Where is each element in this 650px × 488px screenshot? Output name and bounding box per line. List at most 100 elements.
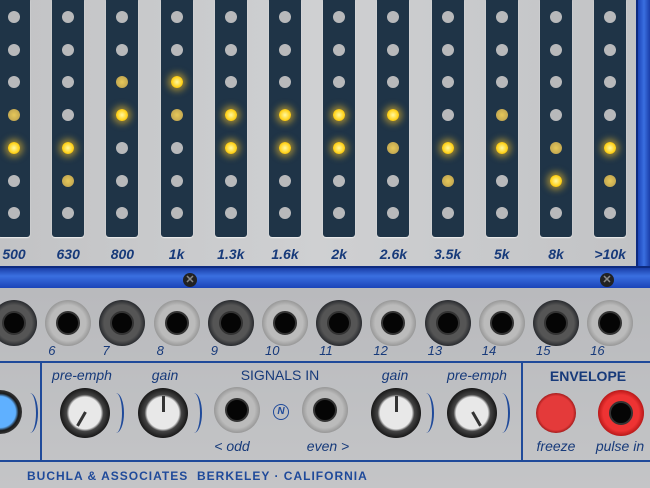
band-meter: [160, 0, 193, 237]
band-output-jack[interactable]: [262, 300, 308, 346]
band-output-jack[interactable]: [207, 300, 254, 346]
led-indicator: [333, 141, 346, 154]
band-output-jack[interactable]: [316, 300, 363, 346]
gain-right-label: gain: [381, 367, 409, 383]
led-indicator: [170, 174, 183, 187]
led-indicator: [495, 109, 508, 122]
led-indicator: [8, 174, 20, 187]
band-frequency-label: 800: [110, 246, 135, 262]
screw-icon: ✕: [600, 273, 614, 287]
band-frequency-label: 8k: [548, 246, 564, 262]
led-indicator: [387, 11, 400, 23]
jack-number-label: 15: [536, 343, 551, 358]
gain-right-knob[interactable]: [371, 388, 421, 438]
led-indicator: [279, 141, 291, 154]
band-output-jack[interactable]: [99, 300, 146, 346]
blue-knob[interactable]: [0, 390, 22, 434]
band-output-jack[interactable]: [370, 300, 417, 346]
led-indicator: [62, 141, 75, 154]
led-indicator: [170, 207, 183, 220]
led-indicator: [8, 11, 20, 23]
led-indicator: [170, 141, 183, 154]
led-indicator: [62, 43, 75, 56]
led-indicator: [224, 76, 237, 89]
band-meter: [269, 0, 301, 237]
band-output-jack[interactable]: [478, 300, 525, 346]
pre-emph-right-knob[interactable]: [447, 388, 497, 438]
led-indicator: [550, 109, 562, 122]
band-frequency-label: >10k: [594, 246, 626, 262]
led-indicator: [550, 207, 562, 220]
led-indicator: [62, 11, 75, 23]
led-indicator: [62, 109, 75, 122]
led-indicator: [116, 207, 129, 220]
odd-input-jack[interactable]: [214, 387, 260, 433]
led-indicator: [62, 207, 75, 220]
led-indicator: [387, 141, 400, 154]
led-indicator: [170, 11, 183, 23]
band-meter: [377, 0, 410, 237]
band-output-jack[interactable]: [153, 300, 200, 346]
screw-icon: ✕: [183, 273, 197, 287]
led-indicator: [387, 207, 400, 220]
normal-symbol-icon: N: [273, 404, 289, 420]
led-indicator: [604, 207, 617, 220]
led-indicator: [441, 174, 454, 187]
led-indicator: [550, 76, 562, 89]
led-indicator: [550, 141, 562, 154]
pre-emph-left-knob[interactable]: [60, 388, 110, 438]
led-indicator: [8, 109, 20, 122]
rotation-arrow-icon: [494, 393, 510, 433]
freeze-button[interactable]: [536, 393, 576, 433]
led-indicator: [604, 43, 617, 56]
band-meter: [594, 0, 627, 237]
led-indicator: [387, 76, 400, 89]
jack-hole: [435, 311, 460, 335]
led-indicator: [224, 141, 237, 154]
jack-hole: [381, 311, 406, 335]
maker-label: BUCHLA & ASSOCIATES: [27, 469, 189, 483]
spectrum-display-panel: 500 630 800 1k 1.3k 1.6k 2k 2.6k 3.5k 5k 8k >10k: [0, 0, 636, 270]
led-indicator: [116, 109, 129, 122]
band-meter: [485, 0, 518, 237]
odd-label: < odd: [214, 438, 250, 454]
led-indicator: [224, 207, 237, 220]
jack-number-label: 12: [373, 343, 388, 358]
jack-hole: [164, 311, 189, 335]
led-indicator: [550, 11, 562, 23]
band-output-jack[interactable]: [587, 300, 634, 346]
band-frequency-label: 2k: [331, 246, 347, 262]
band-output-jack[interactable]: [0, 300, 37, 346]
band-frequency-label: 500: [2, 246, 26, 262]
led-indicator: [604, 11, 617, 23]
led-indicator: [495, 11, 508, 23]
knob-pointer: [162, 396, 165, 412]
gain-left-knob[interactable]: [138, 388, 188, 438]
jack-hole: [56, 311, 81, 335]
band-meter: [431, 0, 464, 237]
jack-hole: [489, 311, 514, 335]
band-output-jack[interactable]: [533, 300, 579, 346]
led-indicator: [62, 76, 75, 89]
led-indicator: [441, 11, 454, 23]
pulse-in-jack[interactable]: [598, 390, 644, 436]
led-indicator: [333, 11, 346, 23]
jack-number-label: 14: [481, 343, 497, 358]
led-indicator: [279, 174, 291, 187]
pulse-in-label: pulse in: [595, 438, 645, 454]
knob-pointer: [471, 411, 482, 427]
even-input-jack[interactable]: [302, 387, 348, 433]
jack-number-label: 13: [427, 343, 443, 358]
pre-emph-left-label: pre-emph: [52, 367, 112, 383]
led-indicator: [604, 76, 617, 89]
band-output-jack[interactable]: [424, 300, 471, 346]
jack-number-label: 10: [265, 343, 280, 358]
led-indicator: [604, 141, 617, 154]
led-indicator: [441, 207, 454, 220]
jack-hole: [273, 311, 297, 335]
band-frequency-label: 1k: [168, 246, 185, 262]
band-output-jack[interactable]: [45, 300, 92, 346]
led-indicator: [387, 174, 400, 187]
led-indicator: [8, 43, 20, 56]
jack-hole: [110, 311, 135, 335]
